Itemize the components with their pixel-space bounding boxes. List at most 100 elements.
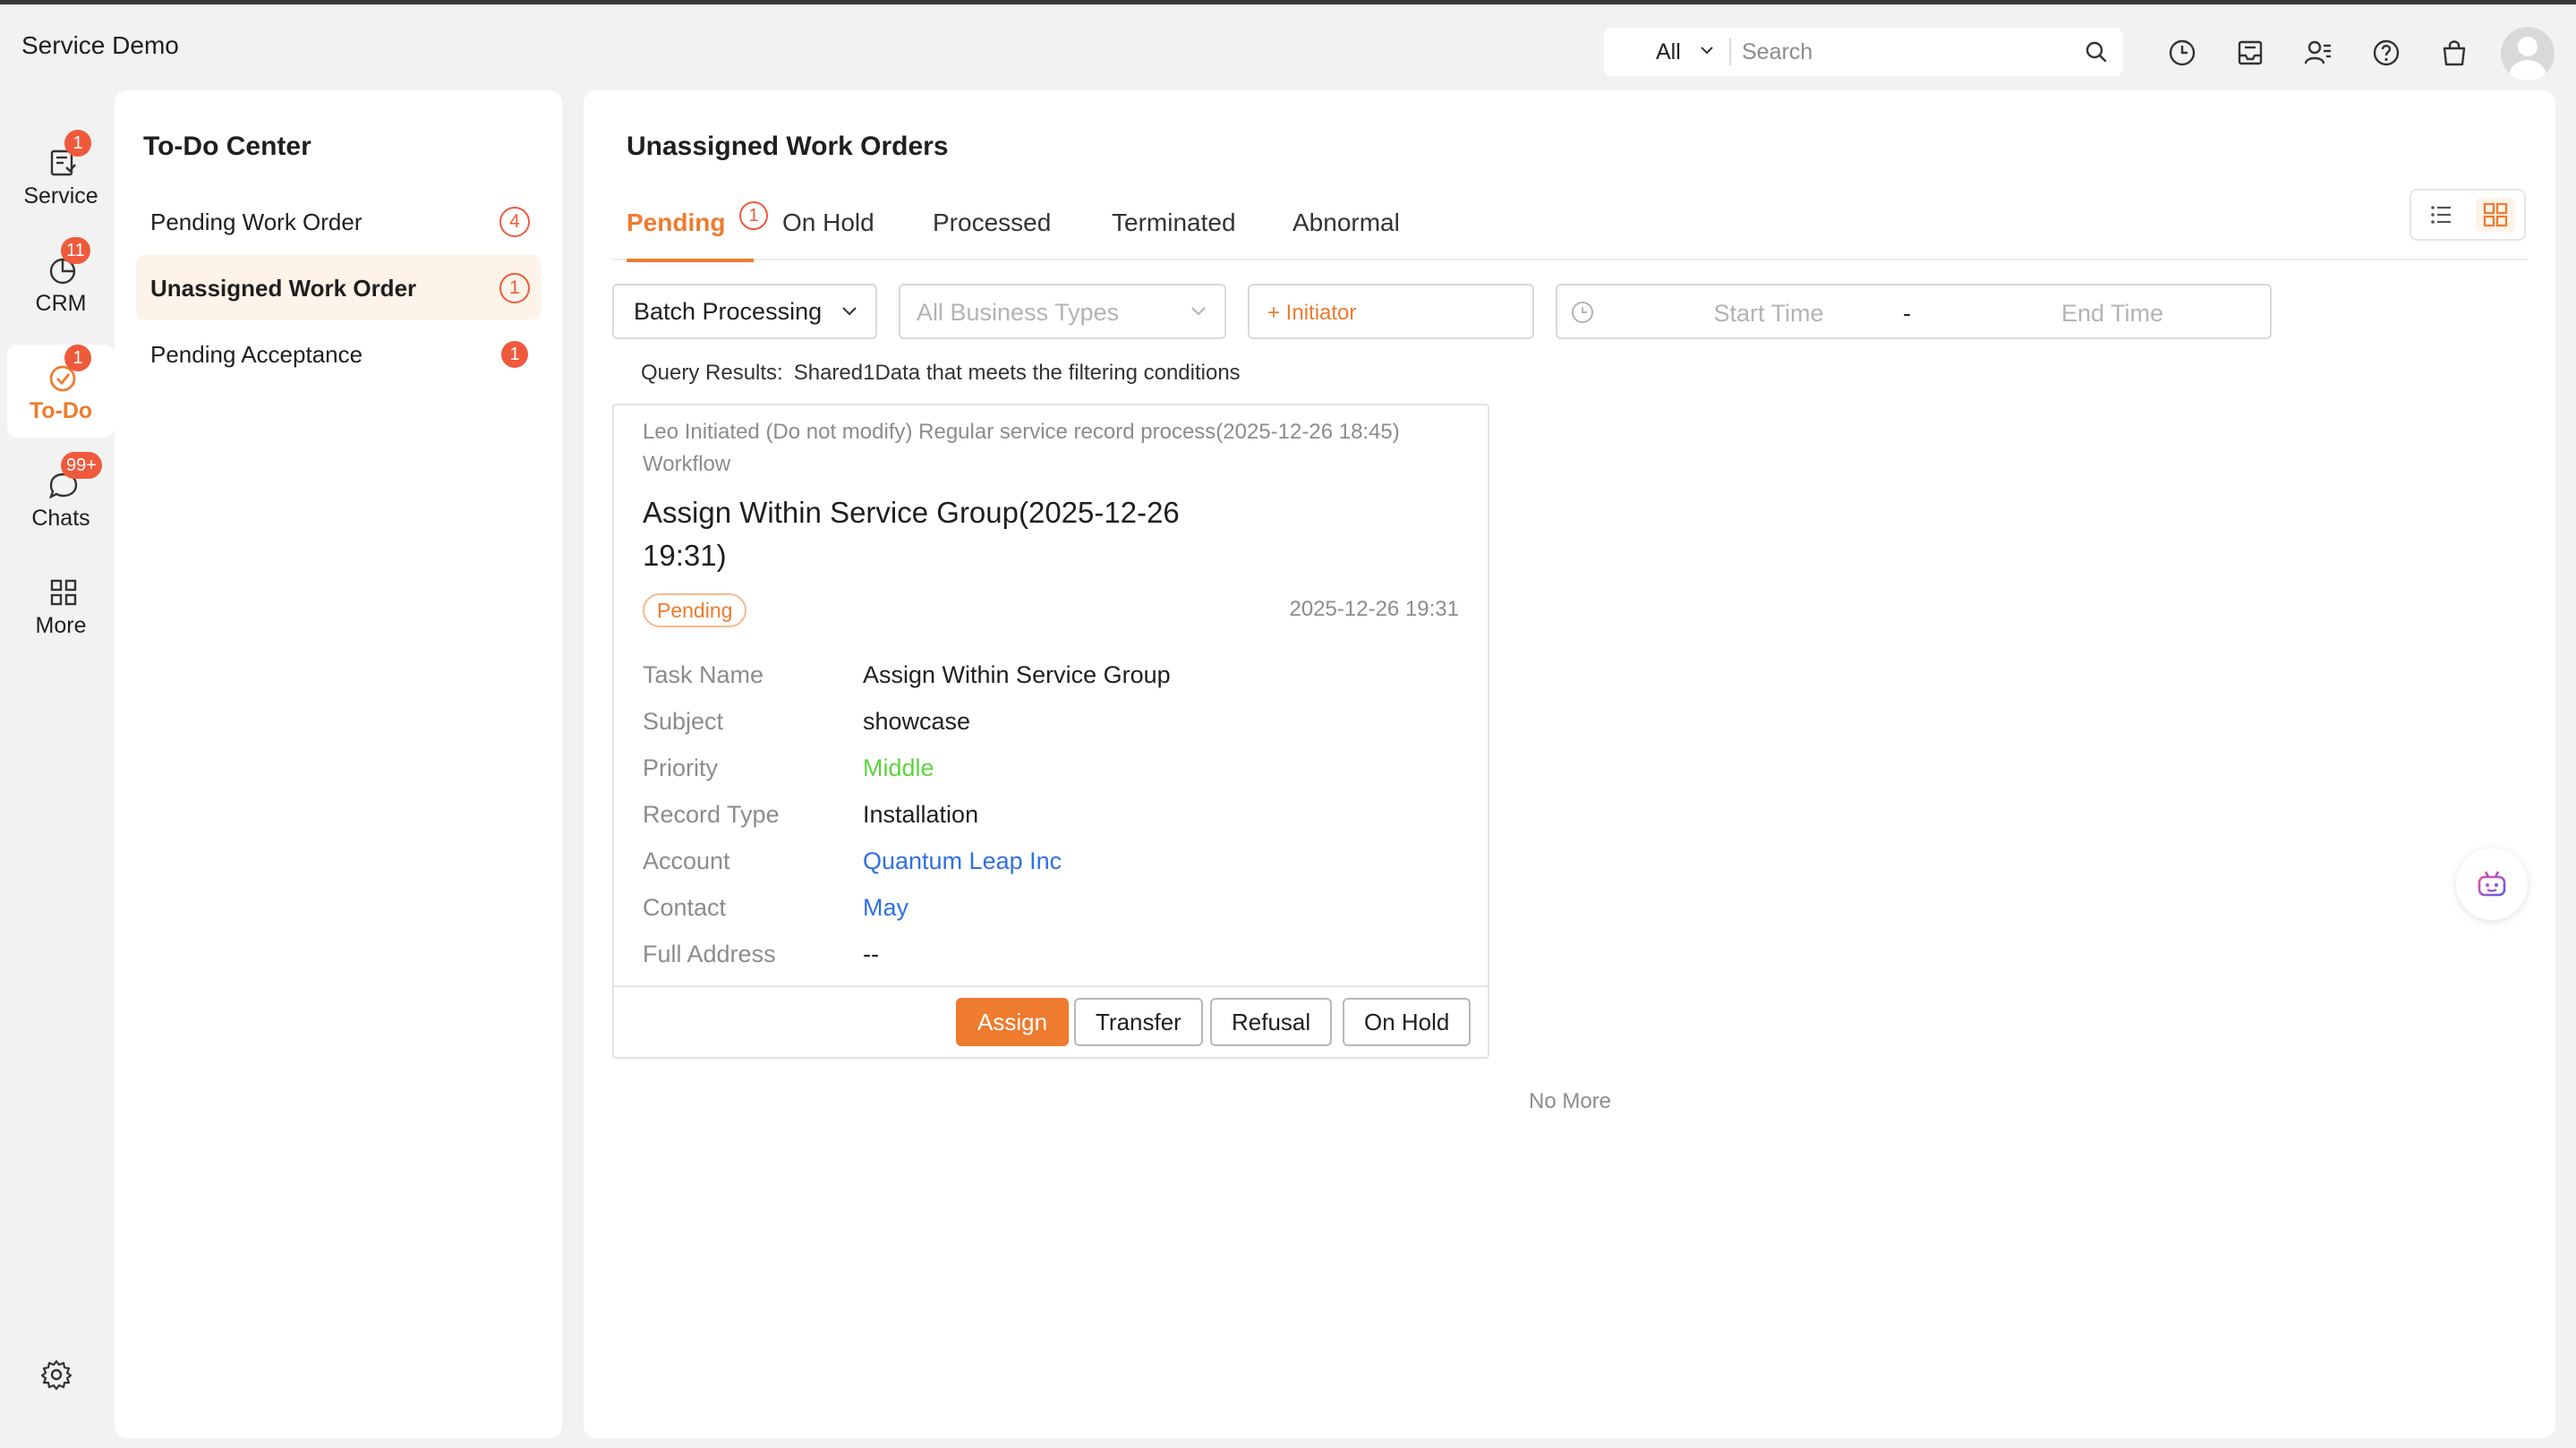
business-types-select[interactable]: All Business Types <box>899 284 1226 339</box>
top-header: Service Demo All <box>0 4 2576 90</box>
field-value: Installation <box>863 801 979 828</box>
grid-icon <box>50 579 77 606</box>
rail-item-more[interactable]: More <box>7 559 115 652</box>
tab-label: Abnormal <box>1292 209 1400 236</box>
robot-icon <box>2478 871 2506 897</box>
rail-item-todo[interactable]: 1 To-Do <box>7 345 115 438</box>
no-more-indicator: No More <box>1529 1089 1612 1113</box>
assign-button[interactable]: Assign <box>956 998 1070 1046</box>
chevron-down-icon[interactable] <box>1697 40 1717 60</box>
left-nav-rail: 1 Service 11 CRM 1 To-Do 99+ Chats More <box>0 90 115 1448</box>
initiator-filter-button[interactable]: + Initiator <box>1248 284 1534 339</box>
card-fields: Task Name Assign Within Service Group Su… <box>643 654 1448 980</box>
card-origin: Leo Initiated (Do not modify) Regular se… <box>643 416 1448 481</box>
batch-processing-label: Batch Processing <box>634 298 823 325</box>
clock-icon[interactable] <box>2166 37 2198 69</box>
tab-label: On Hold <box>782 209 874 236</box>
settings-gear-icon[interactable] <box>39 1358 73 1392</box>
card-view-button[interactable] <box>2476 198 2515 232</box>
search-divider <box>1729 38 1731 65</box>
global-search: All <box>1604 28 2123 76</box>
menu-item-unassigned-work-order[interactable]: Unassigned Work Order 1 <box>136 255 541 319</box>
tab-label: Processed <box>933 209 1052 236</box>
contact-link[interactable]: May <box>863 894 908 922</box>
card-timestamp: 2025-12-26 19:31 <box>1289 597 1460 621</box>
shopping-bag-icon[interactable] <box>2438 37 2470 69</box>
rail-item-service[interactable]: 1 Service <box>7 130 115 223</box>
status-tabs: Pending 1 On Hold Processed Terminated A… <box>612 201 2528 262</box>
priority-value: Middle <box>863 754 934 781</box>
rail-item-crm[interactable]: 11 CRM <box>7 237 115 330</box>
count-badge: 4 <box>499 207 530 237</box>
rail-item-chats[interactable]: 99+ Chats <box>7 452 115 545</box>
transfer-button[interactable]: Transfer <box>1074 998 1203 1046</box>
card-view-icon <box>2483 202 2508 227</box>
field-row-account: Account Quantum Leap Inc <box>643 840 1448 887</box>
field-label: Subject <box>643 708 724 735</box>
rail-badge: 1 <box>64 130 91 157</box>
rail-label: Service <box>23 183 98 209</box>
batch-processing-dropdown[interactable]: Batch Processing <box>612 284 877 339</box>
field-row-subject: Subject showcase <box>643 701 1448 747</box>
user-avatar[interactable] <box>2501 27 2555 81</box>
account-link[interactable]: Quantum Leap Inc <box>863 848 1062 875</box>
rail-label: To-Do <box>29 398 93 423</box>
field-label: Task Name <box>643 661 764 688</box>
query-results-text: Shared1Data that meets the filtering con… <box>793 361 1241 385</box>
field-label: Record Type <box>643 801 780 828</box>
field-label: Priority <box>643 754 719 781</box>
help-icon[interactable] <box>2370 37 2402 69</box>
field-row-task-name: Task Name Assign Within Service Group <box>643 654 1448 701</box>
clock-icon <box>1572 302 1593 323</box>
tab-label: Terminated <box>1112 209 1236 236</box>
app-title: Service Demo <box>21 31 179 59</box>
end-time-field[interactable]: End Time <box>2023 300 2202 328</box>
menu-item-label: Unassigned Work Order <box>150 275 417 302</box>
start-time-field[interactable]: Start Time <box>1679 300 1858 328</box>
card-actions: Assign Transfer Refusal On Hold <box>614 985 1488 1057</box>
tab-label: Pending <box>627 209 726 236</box>
field-row-record-type: Record Type Installation <box>643 794 1448 840</box>
rail-label: More <box>35 613 87 638</box>
field-row-full-address: Full Address -- <box>643 933 1448 980</box>
rail-badge: 11 <box>61 237 90 264</box>
work-order-card[interactable]: Leo Initiated (Do not modify) Regular se… <box>612 404 1489 1059</box>
menu-item-pending-acceptance[interactable]: Pending Acceptance 1 <box>136 321 541 386</box>
query-results-label: Query Results: <box>641 361 783 385</box>
rail-badge: 99+ <box>61 452 102 479</box>
date-range-picker[interactable]: Start Time - End Time <box>1556 284 2272 339</box>
chevron-down-icon <box>1191 307 1206 316</box>
initiator-label: + Initiator <box>1267 301 1357 325</box>
list-view-button[interactable] <box>2422 198 2461 232</box>
menu-item-label: Pending Acceptance <box>150 341 363 368</box>
count-badge: 1 <box>501 341 528 368</box>
ai-assistant-button[interactable] <box>2456 848 2528 920</box>
tab-count-badge: 1 <box>739 201 768 230</box>
rail-label: CRM <box>35 291 87 316</box>
field-value: Assign Within Service Group <box>863 661 1171 688</box>
refusal-button[interactable]: Refusal <box>1210 998 1333 1046</box>
card-origin-text: Leo Initiated (Do not modify) Regular se… <box>643 420 1400 444</box>
inbox-icon[interactable] <box>2234 37 2266 69</box>
search-icon[interactable] <box>2084 39 2109 64</box>
field-label: Contact <box>643 894 727 921</box>
business-types-placeholder: All Business Types <box>917 299 1120 326</box>
count-badge: 1 <box>499 273 530 303</box>
range-separator: - <box>1903 300 1911 327</box>
field-value: showcase <box>863 708 971 735</box>
view-toggle <box>2410 189 2526 241</box>
page-title: Unassigned Work Orders <box>627 132 949 161</box>
search-input[interactable] <box>1742 34 2064 70</box>
field-label: Full Address <box>643 941 776 967</box>
main-content: Unassigned Work Orders Pending 1 On Hold… <box>584 90 2555 1438</box>
search-scope-select[interactable]: All <box>1656 39 1681 65</box>
user-manage-icon[interactable] <box>2302 37 2334 69</box>
field-row-priority: Priority Middle <box>643 747 1448 794</box>
field-value: -- <box>863 941 879 967</box>
card-title: Assign Within Service Group(2025-12-26 1… <box>643 496 1180 572</box>
on-hold-button[interactable]: On Hold <box>1343 998 1471 1046</box>
menu-item-pending-work-order[interactable]: Pending Work Order 4 <box>136 189 541 253</box>
avatar-body <box>2509 60 2546 81</box>
field-row-contact: Contact May <box>643 887 1448 933</box>
avatar-head <box>2518 37 2538 56</box>
